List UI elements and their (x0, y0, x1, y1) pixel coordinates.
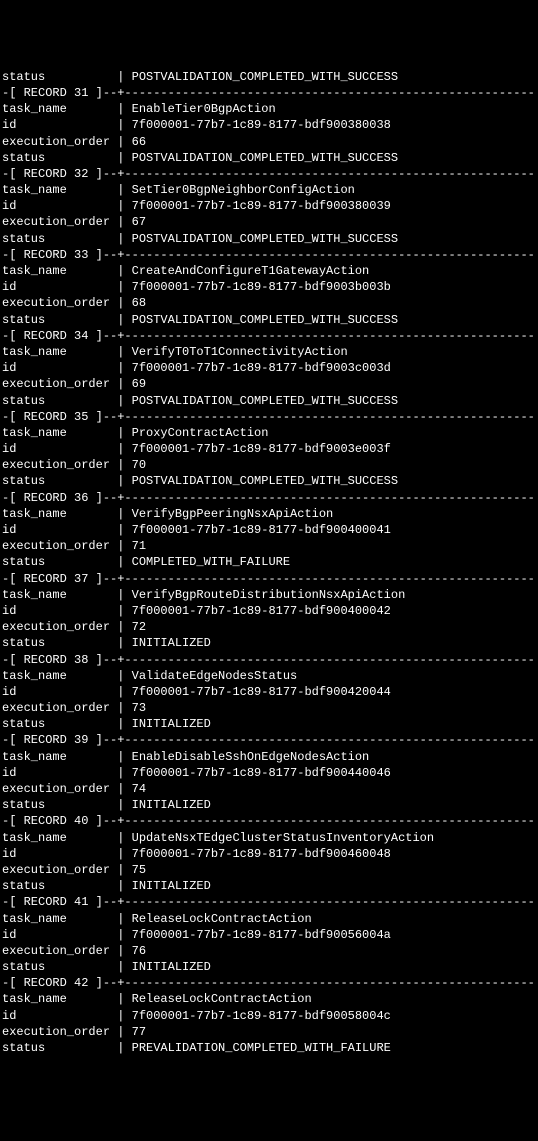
record-divider: -[ RECORD 38 ]--+-----------------------… (2, 652, 536, 668)
record-field: id | 7f000001-77b7-1c89-8177-bdf90040004… (2, 603, 536, 619)
record-field: id | 7f000001-77b7-1c89-8177-bdf90044004… (2, 765, 536, 781)
record-field: id | 7f000001-77b7-1c89-8177-bdf9003c003… (2, 360, 536, 376)
record-field: status | PREVALIDATION_COMPLETED_WITH_FA… (2, 1040, 536, 1056)
record-divider: -[ RECORD 34 ]--+-----------------------… (2, 328, 536, 344)
record-field: execution_order | 66 (2, 134, 536, 150)
record-field: id | 7f000001-77b7-1c89-8177-bdf9003e003… (2, 441, 536, 457)
record-divider: -[ RECORD 31 ]--+-----------------------… (2, 85, 536, 101)
record-field: task_name | EnableTier0BgpAction (2, 101, 536, 117)
record-field: execution_order | 67 (2, 214, 536, 230)
record-field: task_name | VerifyBgpPeeringNsxApiAction (2, 506, 536, 522)
record-divider: -[ RECORD 39 ]--+-----------------------… (2, 732, 536, 748)
record-field: execution_order | 74 (2, 781, 536, 797)
record-field: task_name | EnableDisableSshOnEdgeNodesA… (2, 749, 536, 765)
record-field: task_name | VerifyBgpRouteDistributionNs… (2, 587, 536, 603)
record-field: task_name | SetTier0BgpNeighborConfigAct… (2, 182, 536, 198)
record-field: status | POSTVALIDATION_COMPLETED_WITH_S… (2, 473, 536, 489)
record-field: status | COMPLETED_WITH_FAILURE (2, 554, 536, 570)
record-field: execution_order | 73 (2, 700, 536, 716)
record-field: execution_order | 71 (2, 538, 536, 554)
record-field: status | INITIALIZED (2, 878, 536, 894)
record-field: status | INITIALIZED (2, 797, 536, 813)
record-field: status | POSTVALIDATION_COMPLETED_WITH_S… (2, 150, 536, 166)
record-field: id | 7f000001-77b7-1c89-8177-bdf90046004… (2, 846, 536, 862)
record-field: id | 7f000001-77b7-1c89-8177-bdf90056004… (2, 927, 536, 943)
record-field: status | POSTVALIDATION_COMPLETED_WITH_S… (2, 312, 536, 328)
record-field: execution_order | 76 (2, 943, 536, 959)
record-field: execution_order | 75 (2, 862, 536, 878)
record-field: status | INITIALIZED (2, 635, 536, 651)
record-field: id | 7f000001-77b7-1c89-8177-bdf9003b003… (2, 279, 536, 295)
record-field: task_name | ProxyContractAction (2, 425, 536, 441)
record-field: id | 7f000001-77b7-1c89-8177-bdf90038003… (2, 198, 536, 214)
record-field: status | POSTVALIDATION_COMPLETED_WITH_S… (2, 393, 536, 409)
record-field: task_name | ReleaseLockContractAction (2, 991, 536, 1007)
record-divider: -[ RECORD 33 ]--+-----------------------… (2, 247, 536, 263)
record-field: task_name | ReleaseLockContractAction (2, 911, 536, 927)
record-field: execution_order | 77 (2, 1024, 536, 1040)
record-field: status | INITIALIZED (2, 716, 536, 732)
record-field: task_name | UpdateNsxTEdgeClusterStatusI… (2, 830, 536, 846)
record-field: id | 7f000001-77b7-1c89-8177-bdf90038003… (2, 117, 536, 133)
record-field: status | INITIALIZED (2, 959, 536, 975)
record-field: execution_order | 68 (2, 295, 536, 311)
record-field: id | 7f000001-77b7-1c89-8177-bdf90042004… (2, 684, 536, 700)
record-divider: -[ RECORD 35 ]--+-----------------------… (2, 409, 536, 425)
record-field: id | 7f000001-77b7-1c89-8177-bdf90058004… (2, 1008, 536, 1024)
record-divider: -[ RECORD 32 ]--+-----------------------… (2, 166, 536, 182)
record-divider: -[ RECORD 36 ]--+-----------------------… (2, 490, 536, 506)
record-field: id | 7f000001-77b7-1c89-8177-bdf90040004… (2, 522, 536, 538)
record-field: task_name | CreateAndConfigureT1GatewayA… (2, 263, 536, 279)
record-field: task_name | ValidateEdgeNodesStatus (2, 668, 536, 684)
record-divider: -[ RECORD 40 ]--+-----------------------… (2, 813, 536, 829)
record-divider: -[ RECORD 37 ]--+-----------------------… (2, 571, 536, 587)
record-field: execution_order | 70 (2, 457, 536, 473)
record-field: status | POSTVALIDATION_COMPLETED_WITH_S… (2, 231, 536, 247)
record-field: task_name | VerifyT0ToT1ConnectivityActi… (2, 344, 536, 360)
record-field: status | POSTVALIDATION_COMPLETED_WITH_S… (2, 69, 536, 85)
record-field: execution_order | 69 (2, 376, 536, 392)
terminal-output: status | POSTVALIDATION_COMPLETED_WITH_S… (2, 69, 536, 1056)
record-field: execution_order | 72 (2, 619, 536, 635)
record-divider: -[ RECORD 42 ]--+-----------------------… (2, 975, 536, 991)
record-divider: -[ RECORD 41 ]--+-----------------------… (2, 894, 536, 910)
